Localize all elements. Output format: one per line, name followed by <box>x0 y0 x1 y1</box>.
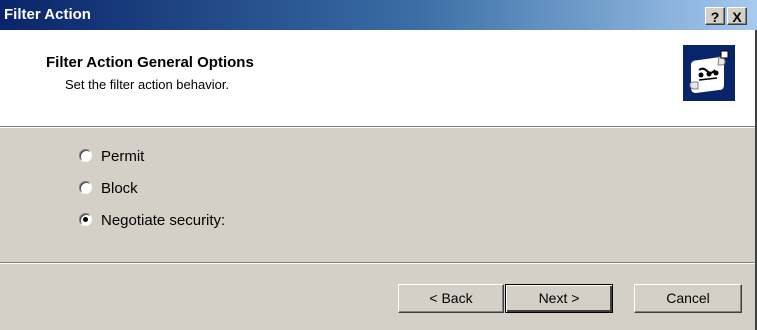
back-button[interactable]: < Back <box>398 284 504 313</box>
help-button[interactable]: ? <box>705 7 725 25</box>
footer-divider <box>0 262 755 264</box>
next-button[interactable]: Next > <box>505 284 613 313</box>
block-label[interactable]: Block <box>101 180 138 197</box>
block-radio[interactable] <box>79 181 92 194</box>
title-bar[interactable]: Filter Action ? X <box>0 0 757 30</box>
negotiate-security-label[interactable]: Negotiate security: <box>101 212 225 229</box>
filter-action-dialog: Filter Action ? X Filter Action General … <box>0 0 757 330</box>
close-button[interactable]: X <box>727 7 747 25</box>
wizard-header: Filter Action General Options Set the fi… <box>0 30 755 126</box>
radio-selected-dot <box>83 217 88 222</box>
negotiate-security-radio[interactable] <box>79 213 92 226</box>
header-divider <box>0 126 755 128</box>
header-subtitle: Set the filter action behavior. <box>65 77 230 92</box>
cancel-button[interactable]: Cancel <box>634 284 742 313</box>
scroll-wizard-icon <box>683 45 735 101</box>
permit-label[interactable]: Permit <box>101 148 144 165</box>
permit-radio[interactable] <box>79 149 92 162</box>
header-title: Filter Action General Options <box>46 54 254 71</box>
window-title: Filter Action <box>4 6 91 23</box>
